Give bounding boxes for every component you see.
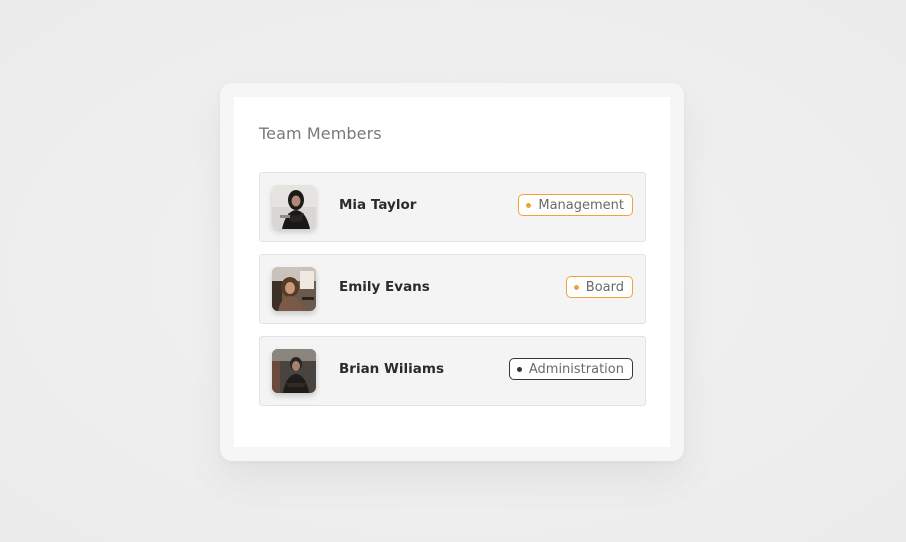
role-badge[interactable]: Management [518, 194, 633, 216]
role-badge[interactable]: Board [565, 276, 633, 298]
avatar [272, 267, 316, 311]
role-label: Board [585, 279, 624, 295]
card-body: Team Members Mia Taylor Management Emily… [234, 97, 670, 447]
status-dot-icon [516, 366, 522, 372]
member-row[interactable]: Brian Wiliams Administration [259, 336, 646, 406]
status-dot-icon [573, 284, 579, 290]
card-title: Team Members [259, 124, 382, 143]
team-members-card: Team Members Mia Taylor Management Emily… [220, 83, 684, 461]
member-name: Mia Taylor [339, 197, 417, 213]
member-row[interactable]: Emily Evans Board [259, 254, 646, 324]
role-label: Administration [528, 361, 624, 377]
member-row[interactable]: Mia Taylor Management [259, 172, 646, 242]
avatar [272, 185, 316, 229]
status-dot-icon [526, 202, 532, 208]
member-name: Emily Evans [339, 279, 430, 295]
role-badge[interactable]: Administration [508, 358, 633, 380]
page-background: Team Members Mia Taylor Management Emily… [0, 0, 906, 542]
avatar [272, 349, 316, 393]
member-list: Mia Taylor Management Emily Evans Board … [259, 172, 646, 418]
role-label: Management [538, 197, 624, 213]
member-name: Brian Wiliams [339, 361, 444, 377]
